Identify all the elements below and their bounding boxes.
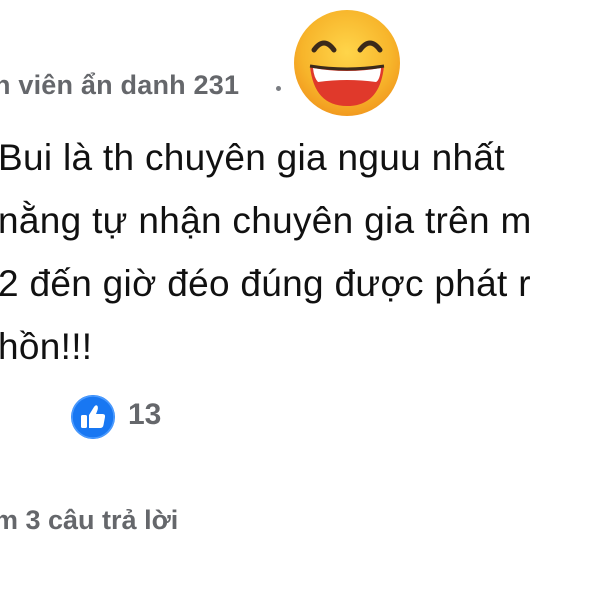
comment-card: n viên ẩn danh 231 Bui là th chuyên gia … [0, 0, 600, 600]
comment-line: Bui là th chuyên gia nguu nhất [0, 137, 505, 178]
view-replies-link[interactable]: m 3 câu trả lời [0, 505, 178, 536]
author-name[interactable]: n viên ẩn danh 231 [0, 70, 239, 101]
comment-text: Bui là th chuyên gia nguu nhất nằng tự n… [0, 126, 600, 378]
reaction-count[interactable]: 13 [128, 398, 161, 432]
separator-dot [276, 86, 281, 91]
comment-line: hồn!!! [0, 326, 93, 367]
comment-line: nằng tự nhận chuyên gia trên m [0, 200, 532, 241]
like-icon[interactable] [70, 394, 116, 440]
comment-line: 2 đến giờ đéo đúng được phát r [0, 263, 531, 304]
grinning-emoji-icon [294, 10, 400, 116]
